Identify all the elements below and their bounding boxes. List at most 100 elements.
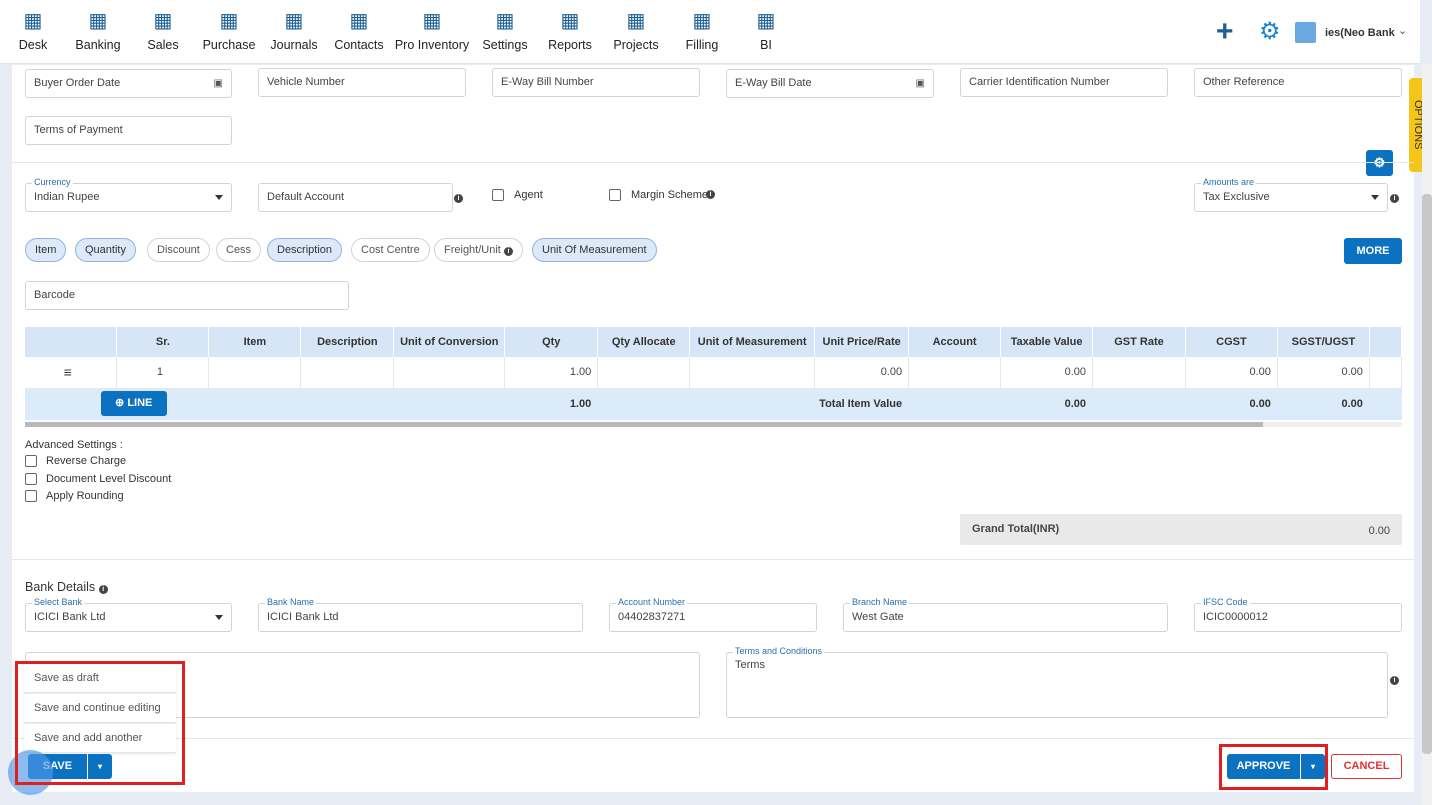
- column-header: Unit of Measurement: [689, 327, 816, 357]
- eway-bill-number-field[interactable]: E-Way Bill Number: [492, 68, 700, 97]
- nav-pro-inventory[interactable]: ▦ Pro Inventory: [392, 6, 472, 53]
- calculator-icon[interactable]: [1295, 22, 1316, 43]
- terms-textarea[interactable]: Terms and Conditions Terms: [726, 646, 1388, 718]
- bi-icon: ▦: [756, 9, 776, 32]
- column-toggle-quantity[interactable]: Quantity: [75, 238, 136, 262]
- grand-total-box: Grand Total(INR) 0.00: [960, 514, 1402, 545]
- column-header: SGST/UGST: [1277, 327, 1370, 357]
- divider: [12, 738, 1414, 739]
- column-header: Sr.: [116, 327, 210, 357]
- column-toggle-item[interactable]: Item: [25, 238, 67, 262]
- table-cell[interactable]: [908, 357, 1002, 389]
- buyer-order-date-field[interactable]: Buyer Order Date ▣: [25, 69, 232, 98]
- amounts-are-select[interactable]: Amounts are Tax Exclusive: [1194, 177, 1388, 212]
- gear-icon[interactable]: ⚙: [1259, 18, 1281, 46]
- table-total-row: ⊕ LINE 1.00 Total Item Value 0.00 0.00 0…: [25, 388, 1403, 420]
- account-number-field[interactable]: Account Number 04402837271: [609, 597, 817, 632]
- advanced-option-label: Reverse Charge: [46, 455, 127, 467]
- add-icon[interactable]: +: [1216, 17, 1234, 47]
- table-cell[interactable]: 0.00: [1277, 357, 1370, 389]
- advanced-checkbox[interactable]: [25, 455, 37, 467]
- barcode-field[interactable]: Barcode: [25, 281, 349, 310]
- table-cell[interactable]: [1369, 357, 1403, 389]
- column-settings-button[interactable]: ⚙: [1366, 150, 1393, 176]
- divider: [12, 559, 1414, 560]
- column-header: Taxable Value: [1000, 327, 1094, 357]
- horizontal-scrollbar[interactable]: [25, 422, 1402, 427]
- column-header: Item: [208, 327, 302, 357]
- advanced-checkbox[interactable]: [25, 490, 37, 502]
- column-toggle-cost-centre[interactable]: Cost Centre: [351, 238, 430, 262]
- column-header: CGST: [1185, 327, 1278, 357]
- table-cell[interactable]: [689, 357, 816, 389]
- column-toggle-cess[interactable]: Cess: [216, 238, 262, 262]
- info-icon: i: [706, 190, 715, 199]
- sales-icon: ▦: [153, 9, 173, 32]
- other-reference-field[interactable]: Other Reference: [1194, 68, 1402, 97]
- column-header: Description: [300, 327, 395, 357]
- bank-name-field[interactable]: Bank Name ICICI Bank Ltd: [258, 597, 583, 632]
- advanced-option-label: Apply Rounding: [46, 490, 124, 502]
- company-name[interactable]: ies(Neo Bank: [1325, 27, 1395, 39]
- inventory-icon: ▦: [422, 9, 442, 32]
- add-line-button[interactable]: ⊕ LINE: [100, 391, 167, 416]
- table-cell[interactable]: 0.00: [1185, 357, 1278, 389]
- advanced-settings-title: Advanced Settings :: [25, 439, 123, 451]
- calendar-icon[interactable]: ▣: [214, 70, 223, 97]
- table-cell[interactable]: [393, 357, 506, 389]
- table-row: ≡ 1 1.00 0.00 0.00 0.00 0.00: [25, 357, 1403, 389]
- column-toggle-unit-of-measurement[interactable]: Unit Of Measurement: [532, 238, 657, 262]
- eway-bill-date-field[interactable]: E-Way Bill Date ▣: [726, 69, 934, 98]
- advanced-checkbox[interactable]: [25, 472, 37, 485]
- table-cell[interactable]: 0.00: [1000, 357, 1094, 389]
- purchase-icon: ▦: [219, 9, 239, 32]
- margin-scheme-checkbox[interactable]: [609, 189, 621, 201]
- table-cell[interactable]: [300, 357, 395, 389]
- select-bank-select[interactable]: Select Bank ICICI Bank Ltd: [25, 597, 232, 632]
- agent-label: Agent: [514, 189, 543, 201]
- projects-icon: ▦: [626, 9, 646, 32]
- chevron-down-icon[interactable]: ⌄: [1398, 24, 1407, 37]
- default-account-field[interactable]: Default Account: [258, 183, 453, 212]
- ifsc-code-field[interactable]: IFSC Code ICIC0000012: [1194, 597, 1402, 632]
- caret-down-icon: [1371, 195, 1379, 200]
- info-icon: i: [1390, 194, 1399, 203]
- vertical-scrollbar[interactable]: [1422, 64, 1432, 805]
- column-header: Unit Price/Rate: [814, 327, 910, 357]
- save-menu-highlight: [15, 661, 185, 785]
- column-toggle-freight-unit[interactable]: Freight/Unit i: [434, 238, 523, 262]
- info-icon: i: [503, 247, 513, 256]
- total-label: Total Item Value: [814, 388, 910, 420]
- nav-contacts[interactable]: ▦ Contacts: [319, 6, 399, 53]
- nav-bi[interactable]: ▦ BI: [726, 6, 806, 53]
- table-cell[interactable]: [1092, 357, 1186, 389]
- table-cell[interactable]: 1.00: [504, 357, 599, 389]
- margin-scheme-label: Margin Scheme: [631, 189, 709, 201]
- more-button[interactable]: MORE: [1344, 238, 1402, 264]
- info-icon: i: [454, 194, 463, 203]
- drag-handle-icon[interactable]: ≡: [25, 357, 118, 389]
- vehicle-number-field[interactable]: Vehicle Number: [258, 68, 466, 97]
- table-cell[interactable]: [597, 357, 691, 389]
- terms-of-payment-field[interactable]: Terms of Payment: [25, 116, 232, 145]
- table-cell[interactable]: 0.00: [814, 357, 910, 389]
- column-toggle-description[interactable]: Description: [267, 238, 343, 262]
- cancel-button[interactable]: CANCEL: [1331, 754, 1402, 779]
- advanced-option-label: Document Level Discount: [46, 472, 172, 485]
- info-icon: i: [1390, 676, 1399, 685]
- divider: [12, 162, 1414, 163]
- branch-name-field[interactable]: Branch Name West Gate: [843, 597, 1168, 632]
- calendar-icon[interactable]: ▣: [916, 70, 925, 97]
- caret-down-icon: [215, 195, 223, 200]
- table-cell[interactable]: 1: [116, 357, 210, 389]
- carrier-id-field[interactable]: Carrier Identification Number: [960, 68, 1168, 97]
- contacts-icon: ▦: [349, 9, 369, 32]
- table-cell[interactable]: [208, 357, 302, 389]
- agent-checkbox[interactable]: [492, 189, 504, 201]
- grand-total-value: 0.00: [1368, 525, 1390, 537]
- currency-select[interactable]: Currency Indian Rupee: [25, 177, 232, 212]
- column-header: Account: [908, 327, 1002, 357]
- line-items-table: Sr. Item Description Unit of Conversion Qty Q…: [25, 327, 1403, 420]
- column-toggle-discount[interactable]: Discount: [147, 238, 210, 262]
- bank-details-title: Bank Details i: [25, 580, 108, 594]
